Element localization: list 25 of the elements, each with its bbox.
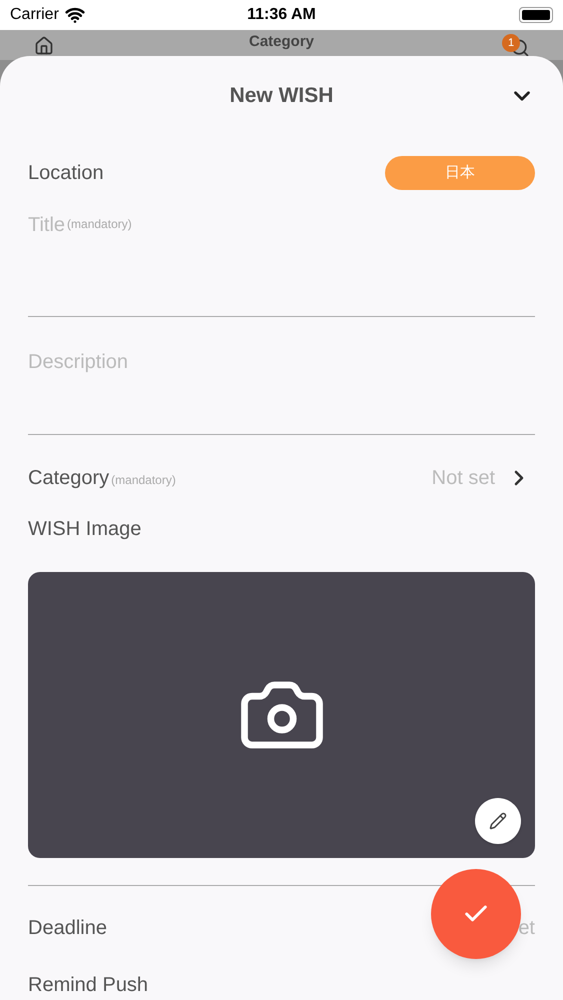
description-placeholder: Description: [28, 351, 128, 373]
battery-icon: [519, 7, 553, 23]
notification-badge: 1: [502, 34, 520, 52]
mandatory-hint: (mandatory): [111, 472, 176, 488]
pencil-icon: [489, 812, 507, 830]
home-icon: [34, 36, 54, 56]
category-row[interactable]: Category(mandatory) Not set: [28, 453, 535, 503]
image-placeholder[interactable]: [28, 572, 535, 858]
mandatory-hint: (mandatory): [67, 216, 132, 233]
background-title: Category: [248, 33, 314, 52]
location-pill[interactable]: 日本: [385, 156, 535, 190]
image-label: WISH Image: [28, 517, 142, 542]
deadline-value: et: [518, 916, 535, 941]
carrier-label: Carrier: [10, 5, 59, 25]
title-placeholder: Title: [28, 213, 66, 238]
deadline-label: Deadline: [28, 916, 107, 941]
location-label: Location: [28, 161, 104, 186]
clock: 11:36 AM: [247, 5, 316, 25]
wifi-icon: [64, 5, 85, 25]
description-input-field[interactable]: Description: [28, 317, 535, 435]
edit-button[interactable]: [475, 798, 521, 844]
sheet-title: New WISH: [230, 83, 334, 110]
category-label: Category: [28, 466, 110, 491]
remind-push-label: Remind Push: [28, 973, 148, 998]
category-value: Not set: [432, 466, 495, 491]
